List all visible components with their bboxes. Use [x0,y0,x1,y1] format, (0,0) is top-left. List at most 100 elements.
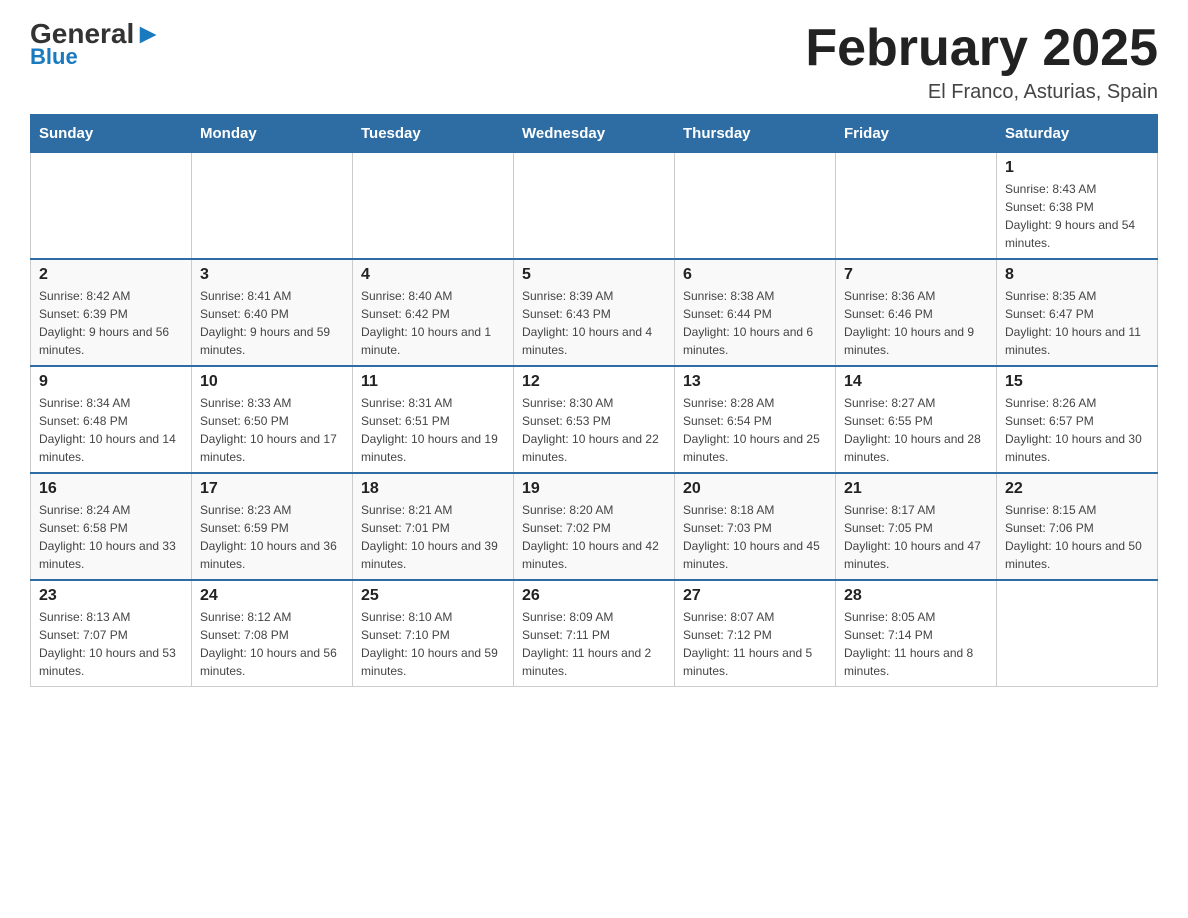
calendar-title: February 2025 [805,20,1158,77]
day-number: 11 [361,373,505,391]
table-row: 23 Sunrise: 8:13 AMSunset: 7:07 PMDayligh… [31,580,192,687]
day-number: 5 [522,266,666,284]
day-info: Sunrise: 8:17 AMSunset: 7:05 PMDaylight:… [844,501,988,573]
table-row: 26 Sunrise: 8:09 AMSunset: 7:11 PMDayligh… [514,580,675,687]
day-number: 1 [1005,159,1149,177]
col-sunday: Sunday [31,115,192,153]
table-row: 19Sunrise: 8:20 AMSunset: 7:02 PMDayligh… [514,473,675,580]
table-row: 10 Sunrise: 8:33 AMSunset: 6:50 PMDayligh… [192,366,353,473]
title-area: February 2025 El Franco, Asturias, Spain [805,20,1158,104]
table-row: 8 Sunrise: 8:35 AMSunset: 6:47 PMDaylight… [997,259,1158,366]
col-thursday: Thursday [675,115,836,153]
day-number: 12 [522,373,666,391]
day-number: 7 [844,266,988,284]
calendar-week-row: 9 Sunrise: 8:34 AMSunset: 6:48 PMDaylight… [31,366,1158,473]
table-row: 27 Sunrise: 8:07 AMSunset: 7:12 PMDayligh… [675,580,836,687]
day-number: 9 [39,373,183,391]
calendar-subtitle: El Franco, Asturias, Spain [805,81,1158,104]
day-info: Sunrise: 8:42 AMSunset: 6:39 PMDaylight:… [39,287,183,359]
table-row: 28 Sunrise: 8:05 AMSunset: 7:14 PMDayligh… [836,580,997,687]
day-info: Sunrise: 8:27 AMSunset: 6:55 PMDaylight:… [844,394,988,466]
col-monday: Monday [192,115,353,153]
day-number: 14 [844,373,988,391]
day-info: Sunrise: 8:09 AMSunset: 7:11 PMDaylight:… [522,608,666,680]
day-info: Sunrise: 8:34 AMSunset: 6:48 PMDaylight:… [39,394,183,466]
table-row: 22Sunrise: 8:15 AMSunset: 7:06 PMDayligh… [997,473,1158,580]
table-row: 18 Sunrise: 8:21 AMSunset: 7:01 PMDayligh… [353,473,514,580]
table-row [192,153,353,260]
day-info: Sunrise: 8:38 AMSunset: 6:44 PMDaylight:… [683,287,827,359]
col-friday: Friday [836,115,997,153]
day-number: 17 [200,480,344,498]
day-number: 10 [200,373,344,391]
calendar-week-row: 1 Sunrise: 8:43 AMSunset: 6:38 PMDaylight… [31,153,1158,260]
day-number: 23 [39,587,183,605]
day-info: Sunrise: 8:13 AMSunset: 7:07 PMDaylight:… [39,608,183,680]
table-row [836,153,997,260]
day-info: Sunrise: 8:43 AMSunset: 6:38 PMDaylight:… [1005,180,1149,252]
day-number: 27 [683,587,827,605]
logo-arrow-icon: ► [134,18,162,49]
day-number: 20 [683,480,827,498]
table-row: 13 Sunrise: 8:28 AMSunset: 6:54 PMDayligh… [675,366,836,473]
day-info: Sunrise: 8:33 AMSunset: 6:50 PMDaylight:… [200,394,344,466]
day-info: Sunrise: 8:18 AMSunset: 7:03 PMDaylight:… [683,501,827,573]
table-row: 16Sunrise: 8:24 AMSunset: 6:58 PMDayligh… [31,473,192,580]
day-number: 8 [1005,266,1149,284]
day-info: Sunrise: 8:28 AMSunset: 6:54 PMDaylight:… [683,394,827,466]
day-number: 26 [522,587,666,605]
day-info: Sunrise: 8:35 AMSunset: 6:47 PMDaylight:… [1005,287,1149,359]
col-wednesday: Wednesday [514,115,675,153]
day-number: 6 [683,266,827,284]
table-row: 7 Sunrise: 8:36 AMSunset: 6:46 PMDaylight… [836,259,997,366]
day-info: Sunrise: 8:21 AMSunset: 7:01 PMDaylight:… [361,501,505,573]
day-number: 16 [39,480,183,498]
day-info: Sunrise: 8:10 AMSunset: 7:10 PMDaylight:… [361,608,505,680]
day-info: Sunrise: 8:07 AMSunset: 7:12 PMDaylight:… [683,608,827,680]
day-number: 13 [683,373,827,391]
day-number: 15 [1005,373,1149,391]
table-row: 21 Sunrise: 8:17 AMSunset: 7:05 PMDayligh… [836,473,997,580]
day-info: Sunrise: 8:26 AMSunset: 6:57 PMDaylight:… [1005,394,1149,466]
day-number: 28 [844,587,988,605]
day-number: 4 [361,266,505,284]
calendar-table: Sunday Monday Tuesday Wednesday Thursday… [30,114,1158,687]
day-info: Sunrise: 8:05 AMSunset: 7:14 PMDaylight:… [844,608,988,680]
calendar-week-row: 2Sunrise: 8:42 AMSunset: 6:39 PMDaylight… [31,259,1158,366]
col-saturday: Saturday [997,115,1158,153]
day-info: Sunrise: 8:20 AMSunset: 7:02 PMDaylight:… [522,501,666,573]
day-number: 18 [361,480,505,498]
table-row [997,580,1158,687]
day-info: Sunrise: 8:40 AMSunset: 6:42 PMDaylight:… [361,287,505,359]
table-row: 20 Sunrise: 8:18 AMSunset: 7:03 PMDayligh… [675,473,836,580]
day-number: 25 [361,587,505,605]
table-row: 15 Sunrise: 8:26 AMSunset: 6:57 PMDayligh… [997,366,1158,473]
day-info: Sunrise: 8:39 AMSunset: 6:43 PMDaylight:… [522,287,666,359]
logo: General► Blue [30,20,162,70]
table-row: 6 Sunrise: 8:38 AMSunset: 6:44 PMDaylight… [675,259,836,366]
day-number: 21 [844,480,988,498]
table-row [514,153,675,260]
day-info: Sunrise: 8:15 AMSunset: 7:06 PMDaylight:… [1005,501,1149,573]
table-row: 3Sunrise: 8:41 AMSunset: 6:40 PMDaylight… [192,259,353,366]
table-row: 2Sunrise: 8:42 AMSunset: 6:39 PMDaylight… [31,259,192,366]
table-row: 14 Sunrise: 8:27 AMSunset: 6:55 PMDayligh… [836,366,997,473]
day-info: Sunrise: 8:36 AMSunset: 6:46 PMDaylight:… [844,287,988,359]
col-tuesday: Tuesday [353,115,514,153]
table-row: 1 Sunrise: 8:43 AMSunset: 6:38 PMDaylight… [997,153,1158,260]
table-row: 5 Sunrise: 8:39 AMSunset: 6:43 PMDaylight… [514,259,675,366]
table-row: 12 Sunrise: 8:30 AMSunset: 6:53 PMDayligh… [514,366,675,473]
calendar-header-row: Sunday Monday Tuesday Wednesday Thursday… [31,115,1158,153]
table-row [675,153,836,260]
day-info: Sunrise: 8:12 AMSunset: 7:08 PMDaylight:… [200,608,344,680]
table-row [353,153,514,260]
page-header: General► Blue February 2025 El Franco, A… [30,20,1158,104]
day-number: 24 [200,587,344,605]
day-info: Sunrise: 8:31 AMSunset: 6:51 PMDaylight:… [361,394,505,466]
table-row [31,153,192,260]
table-row: 25 Sunrise: 8:10 AMSunset: 7:10 PMDayligh… [353,580,514,687]
day-info: Sunrise: 8:30 AMSunset: 6:53 PMDaylight:… [522,394,666,466]
table-row: 4 Sunrise: 8:40 AMSunset: 6:42 PMDaylight… [353,259,514,366]
table-row: 24 Sunrise: 8:12 AMSunset: 7:08 PMDayligh… [192,580,353,687]
logo-blue-text: Blue [30,44,78,70]
